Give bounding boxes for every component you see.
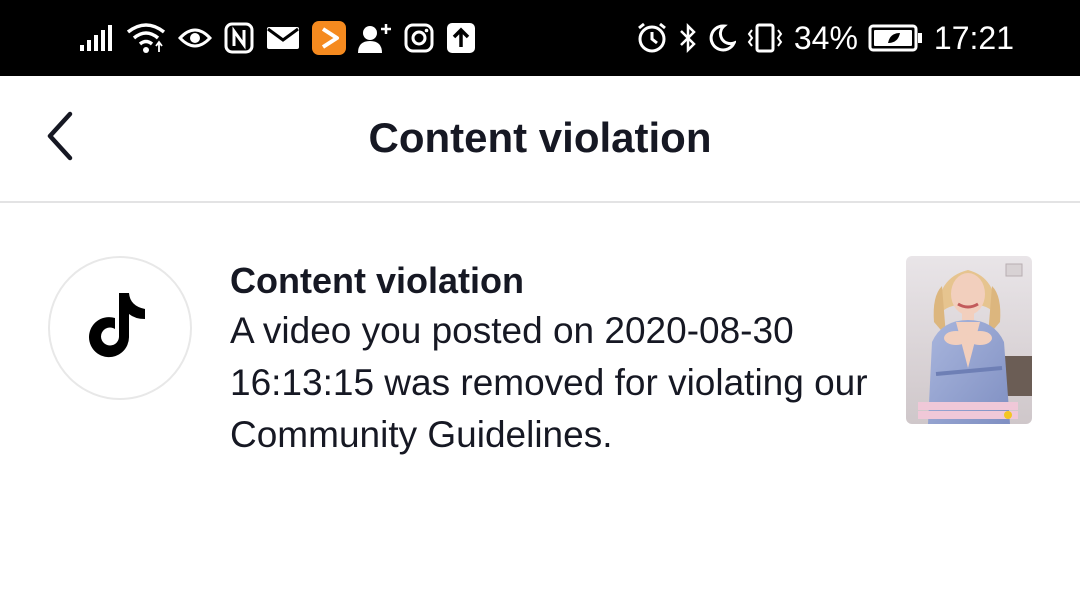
notification-avatar [48, 256, 192, 400]
status-bar-right: 34% 17:21 [636, 18, 1014, 58]
app-header: Content violation [0, 76, 1080, 203]
battery-percent: 34% [793, 20, 858, 56]
notification-title: Content violation [230, 260, 524, 301]
alarm-icon [636, 22, 668, 54]
eye-icon [178, 26, 212, 50]
signal-icon [80, 25, 114, 51]
wifi-icon [126, 22, 166, 54]
instagram-icon [404, 23, 434, 53]
notification-body: A video you posted on 2020-08-30 16:13:1… [230, 310, 868, 455]
status-bar: 34% 17:21 [0, 0, 1080, 76]
play-app-icon [312, 21, 346, 55]
page-title: Content violation [368, 114, 712, 161]
moon-icon [708, 23, 736, 53]
add-person-icon [358, 22, 392, 54]
clock: 17:21 [933, 20, 1014, 56]
bluetooth-icon [678, 22, 698, 54]
mail-icon [266, 26, 300, 50]
nfc-icon [224, 22, 254, 54]
tiktok-logo-icon [89, 291, 151, 366]
battery-icon [868, 24, 924, 52]
video-thumbnail[interactable] [906, 256, 1032, 424]
notification-item[interactable]: Content violation A video you posted on … [0, 203, 1080, 601]
vibrate-icon [746, 22, 784, 54]
upload-icon [446, 22, 476, 54]
status-bar-left [80, 18, 476, 58]
